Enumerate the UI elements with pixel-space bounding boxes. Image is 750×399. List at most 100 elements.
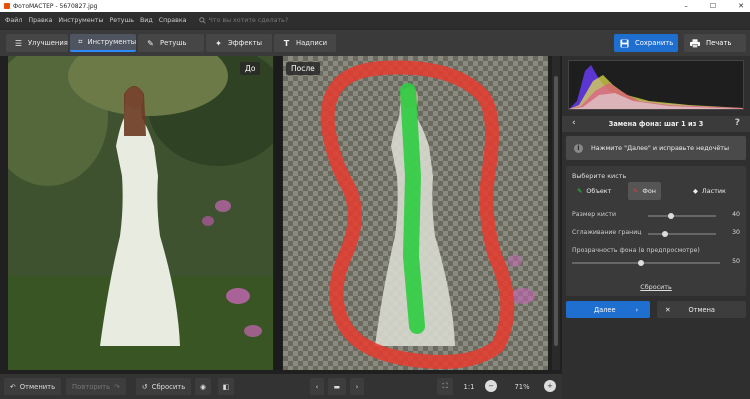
undo-button[interactable]: ↶ Отменить — [4, 378, 62, 395]
next-button[interactable]: Далее › — [566, 301, 650, 318]
bottom-toolbar: ↶ Отменить Повторить ↷ ↺ Сбросить ◉ ◧ ‹ … — [0, 374, 562, 399]
cancel-button[interactable]: ✕ Отмена — [657, 301, 746, 318]
actual-size-label: 1:1 — [463, 382, 475, 391]
zoom-in-button[interactable]: + — [544, 380, 556, 392]
tab-label: Надписи — [296, 39, 327, 47]
right-panel: ‹ Замена фона: шаг 1 из 3 ? i Нажмите "Д… — [562, 56, 750, 399]
tab-label: Инструменты — [87, 38, 137, 46]
brush-icon: ✎ — [147, 38, 154, 48]
zoom-out-button[interactable]: − — [485, 380, 497, 392]
text-icon: T — [283, 38, 290, 48]
reset-icon: ↺ — [142, 382, 148, 391]
tab-effects[interactable]: ✦ Эффекты — [206, 34, 272, 52]
tab-label: Ретушь — [160, 39, 187, 47]
app-logo-icon — [4, 3, 10, 9]
search-icon — [198, 16, 206, 24]
print-button[interactable]: Печать — [684, 34, 746, 52]
menu-file[interactable]: Файл — [5, 17, 22, 24]
after-photo[interactable] — [283, 56, 548, 370]
compare-button[interactable]: ◧ — [218, 378, 234, 395]
histogram-graph — [569, 65, 743, 109]
bride-photo-after — [320, 60, 535, 369]
prev-image-button[interactable]: ‹ — [310, 378, 324, 395]
before-photo[interactable] — [8, 56, 273, 370]
histogram — [568, 60, 744, 110]
brush-eraser-button[interactable]: ◆ Ластик — [688, 182, 731, 200]
bg-opacity-slider[interactable]: Прозрачность фона (в предпросмотре) 50 — [572, 246, 740, 268]
redo-label: Повторить — [72, 382, 111, 391]
edge-smoothing-slider[interactable]: Сглаживание границ 30 — [572, 228, 740, 240]
folder-button[interactable]: ▬ — [328, 378, 346, 395]
fit-screen-button[interactable]: ⛶ — [437, 378, 453, 395]
after-label: После — [286, 62, 320, 75]
chevron-right-icon: › — [635, 305, 639, 314]
maximize-button[interactable]: ☐ — [710, 2, 716, 10]
actual-size-button[interactable]: 1:1 — [460, 378, 478, 395]
redo-icon: ↷ — [114, 382, 120, 391]
menu-edit[interactable]: Правка — [28, 17, 52, 24]
next-image-button[interactable]: › — [350, 378, 364, 395]
slider-knob[interactable] — [662, 231, 668, 237]
bg-opacity-label: Прозрачность фона (в предпросмотре) — [572, 247, 700, 254]
save-button[interactable]: Сохранить — [614, 34, 678, 52]
slider-track[interactable] — [648, 215, 716, 217]
close-icon: ✕ — [665, 305, 671, 314]
brush-object-label: Объект — [586, 187, 612, 195]
menu-retouch[interactable]: Ретушь — [109, 17, 134, 24]
save-label: Сохранить — [635, 39, 674, 47]
tab-tools[interactable]: ⌗ Инструменты — [70, 34, 136, 52]
slider-knob[interactable] — [668, 213, 674, 219]
brush-background-label: Фон — [642, 187, 656, 195]
info-icon: i — [574, 143, 583, 153]
eye-icon: ◉ — [200, 382, 206, 391]
printer-icon — [690, 38, 700, 48]
tab-enhancements[interactable]: ☰ Улучшения — [6, 34, 68, 52]
split-divider[interactable] — [274, 56, 282, 370]
step-title: Замена фона: шаг 1 из 3 — [608, 120, 704, 128]
reset-button[interactable]: ↺ Сбросить — [136, 378, 192, 395]
bg-opacity-value: 50 — [732, 258, 740, 265]
undo-icon: ↶ — [10, 382, 16, 391]
tab-retouch[interactable]: ✎ Ретушь — [138, 34, 204, 52]
search-placeholder: Что вы хотите сделать? — [208, 16, 289, 24]
slider-track[interactable] — [572, 262, 720, 264]
step-back-icon[interactable]: ‹ — [572, 118, 576, 128]
minus-icon: − — [488, 382, 494, 390]
preview-toggle-button[interactable]: ◉ — [195, 378, 211, 395]
brush-object-button[interactable]: ✎ Объект — [572, 182, 616, 200]
menu-tools[interactable]: Инструменты — [58, 17, 103, 24]
zoom-level[interactable]: 71% — [505, 378, 539, 395]
green-brush-icon: ✎ — [577, 187, 583, 195]
edge-smoothing-label: Сглаживание границ — [572, 229, 642, 236]
redo-button[interactable]: Повторить ↷ — [66, 378, 126, 395]
before-label: До — [240, 62, 261, 75]
reset-brush-link[interactable]: Сбросить — [566, 283, 746, 291]
floppy-icon — [620, 38, 629, 48]
scrollbar-thumb[interactable] — [554, 76, 558, 346]
minimize-button[interactable]: – — [684, 2, 688, 10]
hint-box: i Нажмите "Далее" и исправьте недочёты — [566, 136, 746, 160]
chevron-left-icon: ‹ — [315, 382, 319, 391]
title-bar: ФотоМАСТЕР - 5670827.jpg – ☐ ✕ — [0, 0, 750, 12]
tab-captions[interactable]: T Надписи — [274, 34, 336, 52]
brush-background-button[interactable]: ✎ Фон — [628, 182, 661, 200]
brush-size-slider[interactable]: Размер кисти 40 — [572, 210, 740, 222]
command-search[interactable]: Что вы хотите сделать? — [198, 16, 289, 24]
close-button[interactable]: ✕ — [738, 2, 744, 10]
menu-view[interactable]: Вид — [140, 17, 153, 24]
brush-eraser-label: Ластик — [701, 187, 726, 195]
tab-label: Улучшения — [28, 39, 68, 47]
step-help-icon[interactable]: ? — [735, 118, 740, 128]
reset-label: Сбросить — [151, 382, 186, 391]
brush-size-value: 40 — [732, 211, 740, 218]
folder-icon: ▬ — [333, 382, 341, 391]
next-label: Далее — [594, 305, 616, 314]
zoom-value: 71% — [514, 382, 530, 391]
menu-bar: Файл Правка Инструменты Ретушь Вид Справ… — [0, 12, 750, 28]
vertical-scrollbar[interactable] — [552, 56, 560, 370]
print-label: Печать — [706, 39, 732, 47]
slider-knob[interactable] — [638, 260, 644, 266]
image-workspace: До После — [0, 56, 562, 374]
slider-track[interactable] — [648, 233, 716, 235]
menu-help[interactable]: Справка — [159, 17, 187, 24]
